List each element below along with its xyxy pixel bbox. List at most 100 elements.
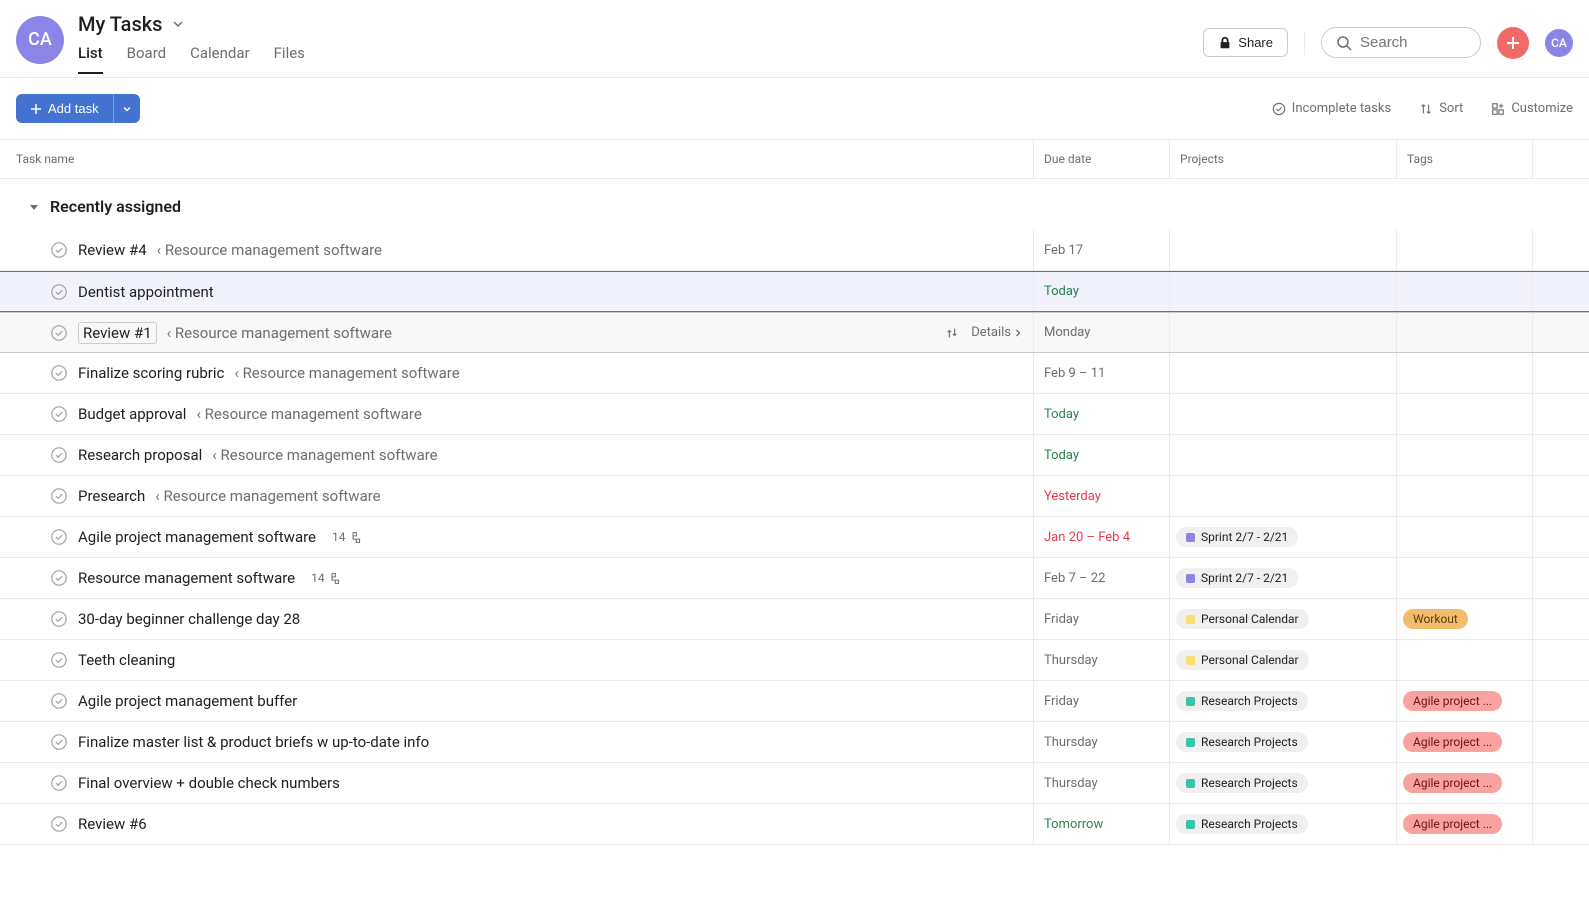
task-name-cell[interactable]: Finalize scoring rubric‹ Resource manage…	[0, 353, 1033, 393]
tags-cell[interactable]	[1396, 353, 1532, 393]
task-name-cell[interactable]: Resource management software14	[0, 558, 1033, 598]
project-pill[interactable]: Sprint 2/7 - 2/21	[1176, 568, 1298, 588]
projects-cell[interactable]: Research Projects	[1169, 763, 1396, 803]
sort-button[interactable]: Sort	[1419, 101, 1463, 116]
tab-calendar[interactable]: Calendar	[190, 44, 250, 74]
complete-toggle-icon[interactable]	[50, 487, 68, 505]
tab-list[interactable]: List	[78, 44, 103, 74]
complete-toggle-icon[interactable]	[50, 364, 68, 382]
complete-toggle-icon[interactable]	[50, 324, 68, 342]
complete-toggle-icon[interactable]	[50, 774, 68, 792]
user-avatar[interactable]: CA	[16, 16, 64, 64]
due-date-cell[interactable]: Today	[1033, 272, 1169, 311]
task-name-cell[interactable]: Final overview + double check numbers	[0, 763, 1033, 803]
due-date-cell[interactable]: Feb 17	[1033, 230, 1169, 270]
tags-cell[interactable]	[1396, 558, 1532, 598]
task-name-cell[interactable]: Finalize master list & product briefs w …	[0, 722, 1033, 762]
col-header-due[interactable]: Due date	[1033, 140, 1169, 178]
due-date-cell[interactable]: Friday	[1033, 599, 1169, 639]
due-date-cell[interactable]: Feb 9 – 11	[1033, 353, 1169, 393]
project-pill[interactable]: Research Projects	[1176, 691, 1308, 711]
col-header-add[interactable]	[1532, 140, 1589, 178]
task-name-cell[interactable]: Agile project management buffer	[0, 681, 1033, 721]
due-date-cell[interactable]: Feb 7 – 22	[1033, 558, 1169, 598]
complete-toggle-icon[interactable]	[50, 651, 68, 669]
projects-cell[interactable]: Personal Calendar	[1169, 640, 1396, 680]
due-date-cell[interactable]: Today	[1033, 394, 1169, 434]
search-box[interactable]	[1321, 27, 1481, 58]
project-pill[interactable]: Research Projects	[1176, 773, 1308, 793]
task-name-cell[interactable]: Review #4‹ Resource management software	[0, 230, 1033, 270]
tab-board[interactable]: Board	[127, 44, 166, 74]
tags-cell[interactable]	[1396, 640, 1532, 680]
task-row[interactable]: Presearch‹ Resource management softwareY…	[0, 476, 1589, 517]
due-date-cell[interactable]: Friday	[1033, 681, 1169, 721]
move-icon[interactable]	[945, 326, 959, 340]
projects-cell[interactable]: Research Projects	[1169, 722, 1396, 762]
complete-toggle-icon[interactable]	[50, 283, 68, 301]
projects-cell[interactable]	[1169, 394, 1396, 434]
global-add-button[interactable]	[1497, 27, 1529, 59]
task-row[interactable]: Teeth cleaningThursday Personal Calendar	[0, 640, 1589, 681]
add-task-dropdown[interactable]	[113, 94, 140, 123]
complete-toggle-icon[interactable]	[50, 528, 68, 546]
col-header-name[interactable]: Task name	[0, 140, 1033, 178]
due-date-cell[interactable]: Yesterday	[1033, 476, 1169, 516]
col-header-projects[interactable]: Projects	[1169, 140, 1396, 178]
projects-cell[interactable]: Sprint 2/7 - 2/21	[1169, 558, 1396, 598]
chevron-down-icon[interactable]	[170, 16, 186, 32]
tag-pill[interactable]: Agile project ...	[1403, 732, 1502, 752]
due-date-cell[interactable]: Thursday	[1033, 763, 1169, 803]
tags-cell[interactable]	[1396, 272, 1532, 311]
task-row[interactable]: 30-day beginner challenge day 28Friday Pe…	[0, 599, 1589, 640]
due-date-cell[interactable]: Today	[1033, 435, 1169, 475]
tag-pill[interactable]: Agile project ...	[1403, 691, 1502, 711]
task-row[interactable]: Agile project management bufferFriday Res…	[0, 681, 1589, 722]
due-date-cell[interactable]: Thursday	[1033, 640, 1169, 680]
project-pill[interactable]: Research Projects	[1176, 814, 1308, 834]
task-name-cell[interactable]: Presearch‹ Resource management software	[0, 476, 1033, 516]
tags-cell[interactable]: Agile project ...	[1396, 804, 1532, 844]
section-header[interactable]: Recently assigned	[0, 179, 1589, 230]
due-date-cell[interactable]: Monday	[1033, 313, 1169, 352]
complete-toggle-icon[interactable]	[50, 569, 68, 587]
subtask-count[interactable]: 14	[311, 571, 341, 585]
tag-pill[interactable]: Agile project ...	[1403, 814, 1502, 834]
task-row[interactable]: Resource management software14Feb 7 – 22…	[0, 558, 1589, 599]
project-pill[interactable]: Personal Calendar	[1176, 650, 1309, 670]
task-row[interactable]: Budget approval‹ Resource management sof…	[0, 394, 1589, 435]
due-date-cell[interactable]: Tomorrow	[1033, 804, 1169, 844]
projects-cell[interactable]	[1169, 353, 1396, 393]
complete-toggle-icon[interactable]	[50, 733, 68, 751]
task-row[interactable]: Agile project management software14Jan 2…	[0, 517, 1589, 558]
tags-cell[interactable]	[1396, 435, 1532, 475]
task-name-cell[interactable]: Review #1‹ Resource management softwareD…	[0, 313, 1033, 352]
tags-cell[interactable]	[1396, 313, 1532, 352]
tab-files[interactable]: Files	[274, 44, 305, 74]
projects-cell[interactable]	[1169, 476, 1396, 516]
task-name-cell[interactable]: Agile project management software14	[0, 517, 1033, 557]
tags-cell[interactable]	[1396, 517, 1532, 557]
user-avatar-small[interactable]: CA	[1545, 29, 1573, 57]
details-link[interactable]: Details	[971, 325, 1023, 340]
task-row[interactable]: Finalize master list & product briefs w …	[0, 722, 1589, 763]
projects-cell[interactable]	[1169, 435, 1396, 475]
task-row[interactable]: Final overview + double check numbersThu…	[0, 763, 1589, 804]
task-name-cell[interactable]: Budget approval‹ Resource management sof…	[0, 394, 1033, 434]
tags-cell[interactable]: Agile project ...	[1396, 681, 1532, 721]
task-name-cell[interactable]: Teeth cleaning	[0, 640, 1033, 680]
project-pill[interactable]: Personal Calendar	[1176, 609, 1309, 629]
task-name-cell[interactable]: 30-day beginner challenge day 28	[0, 599, 1033, 639]
projects-cell[interactable]: Research Projects	[1169, 804, 1396, 844]
projects-cell[interactable]	[1169, 272, 1396, 311]
tags-cell[interactable]	[1396, 230, 1532, 270]
projects-cell[interactable]: Personal Calendar	[1169, 599, 1396, 639]
complete-toggle-icon[interactable]	[50, 405, 68, 423]
projects-cell[interactable]: Sprint 2/7 - 2/21	[1169, 517, 1396, 557]
task-row[interactable]: Dentist appointmentToday	[0, 271, 1589, 312]
task-name-cell[interactable]: Research proposal‹ Resource management s…	[0, 435, 1033, 475]
task-row[interactable]: Research proposal‹ Resource management s…	[0, 435, 1589, 476]
projects-cell[interactable]	[1169, 313, 1396, 352]
tag-pill[interactable]: Agile project ...	[1403, 773, 1502, 793]
search-input[interactable]	[1360, 34, 1466, 51]
